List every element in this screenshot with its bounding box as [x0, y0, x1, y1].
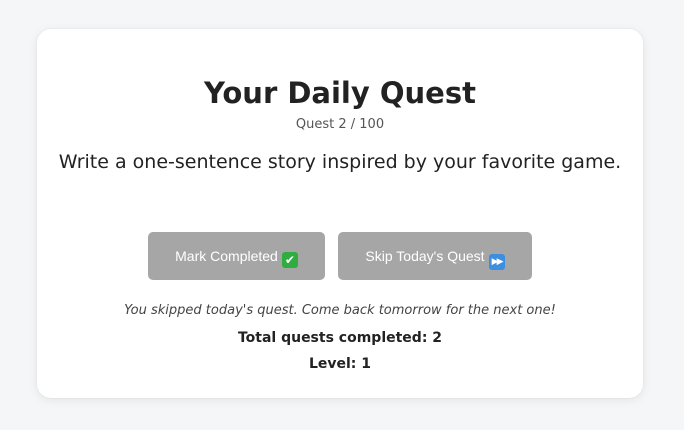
level-indicator: Level: 1	[308, 356, 372, 372]
status-message: You skipped today's quest. Come back tom…	[124, 303, 556, 318]
quest-counter: Quest 2 / 100	[295, 117, 385, 132]
page-title: Your Daily Quest	[204, 76, 476, 110]
skip-quest-button[interactable]: Skip Today's Quest ▶▶	[338, 232, 532, 280]
mark-completed-button[interactable]: Mark Completed ✔	[148, 232, 325, 280]
quest-card: Your Daily Quest Quest 2 / 100 Write a o…	[37, 29, 643, 398]
check-mark-icon: ✔	[281, 252, 298, 268]
skip-quest-label: Skip Today's Quest	[365, 248, 485, 264]
quest-prompt: Write a one-sentence story inspired by y…	[58, 151, 622, 173]
fast-forward-icon: ▶▶	[488, 254, 505, 270]
action-buttons: Mark Completed ✔ Skip Today's Quest ▶▶	[37, 232, 643, 280]
mark-completed-label: Mark Completed	[175, 248, 278, 264]
total-quests-completed: Total quests completed: 2	[237, 330, 443, 346]
